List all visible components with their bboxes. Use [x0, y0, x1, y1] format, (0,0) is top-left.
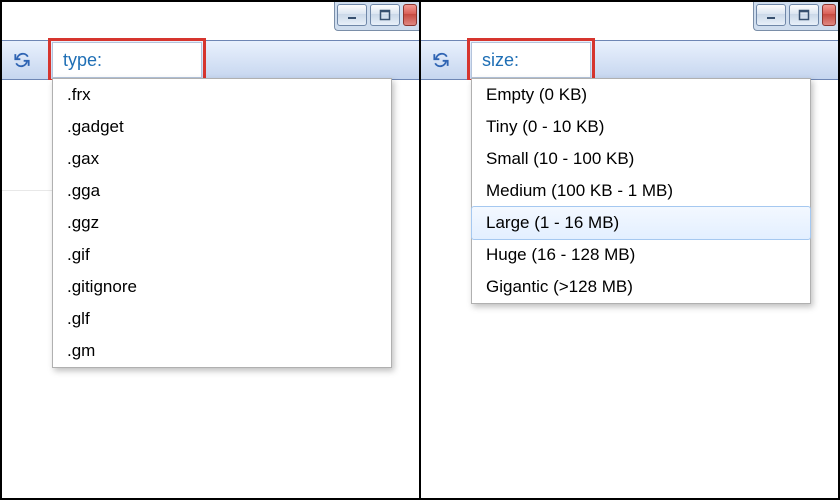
suggestion-item[interactable]: Small (10 - 100 KB) [472, 143, 810, 175]
search-input[interactable]: type: [52, 42, 202, 78]
refresh-icon[interactable] [8, 46, 36, 74]
suggestion-item[interactable]: .gga [53, 175, 391, 207]
minimize-button[interactable] [756, 4, 786, 26]
close-button[interactable] [822, 4, 836, 26]
suggestion-dropdown: Empty (0 KB) Tiny (0 - 10 KB) Small (10 … [471, 78, 811, 304]
refresh-icon[interactable] [427, 46, 455, 74]
suggestion-item[interactable]: .glf [53, 303, 391, 335]
content-area [2, 80, 52, 498]
suggestion-item[interactable]: Gigantic (>128 MB) [472, 271, 810, 303]
suggestion-dropdown: .frx .gadget .gax .gga .ggz .gif .gitign… [52, 78, 392, 368]
suggestion-item[interactable]: .frx [53, 79, 391, 111]
content-area [421, 80, 471, 498]
close-button[interactable] [403, 4, 417, 26]
left-pane: type: .frx .gadget .gax .gga .ggz .gif .… [2, 2, 419, 498]
maximize-button[interactable] [789, 4, 819, 26]
suggestion-item[interactable]: Medium (100 KB - 1 MB) [472, 175, 810, 207]
suggestion-item[interactable]: .gif [53, 239, 391, 271]
minimize-button[interactable] [337, 4, 367, 26]
suggestion-item[interactable]: .gadget [53, 111, 391, 143]
suggestion-item[interactable]: Huge (16 - 128 MB) [472, 239, 810, 271]
right-pane: size: Empty (0 KB) Tiny (0 - 10 KB) Smal… [419, 2, 838, 498]
window-caption-buttons [753, 2, 838, 31]
maximize-button[interactable] [370, 4, 400, 26]
suggestion-item[interactable]: .gm [53, 335, 391, 367]
suggestion-item[interactable]: .gitignore [53, 271, 391, 303]
search-input[interactable]: size: [471, 42, 591, 78]
suggestion-item[interactable]: .ggz [53, 207, 391, 239]
search-text: size: [482, 50, 519, 71]
search-text: type: [63, 50, 102, 71]
suggestion-item[interactable]: .gax [53, 143, 391, 175]
suggestion-item[interactable]: Tiny (0 - 10 KB) [472, 111, 810, 143]
suggestion-item[interactable]: Empty (0 KB) [472, 79, 810, 111]
suggestion-item[interactable]: Large (1 - 16 MB) [471, 206, 811, 240]
window-caption-buttons [334, 2, 419, 31]
